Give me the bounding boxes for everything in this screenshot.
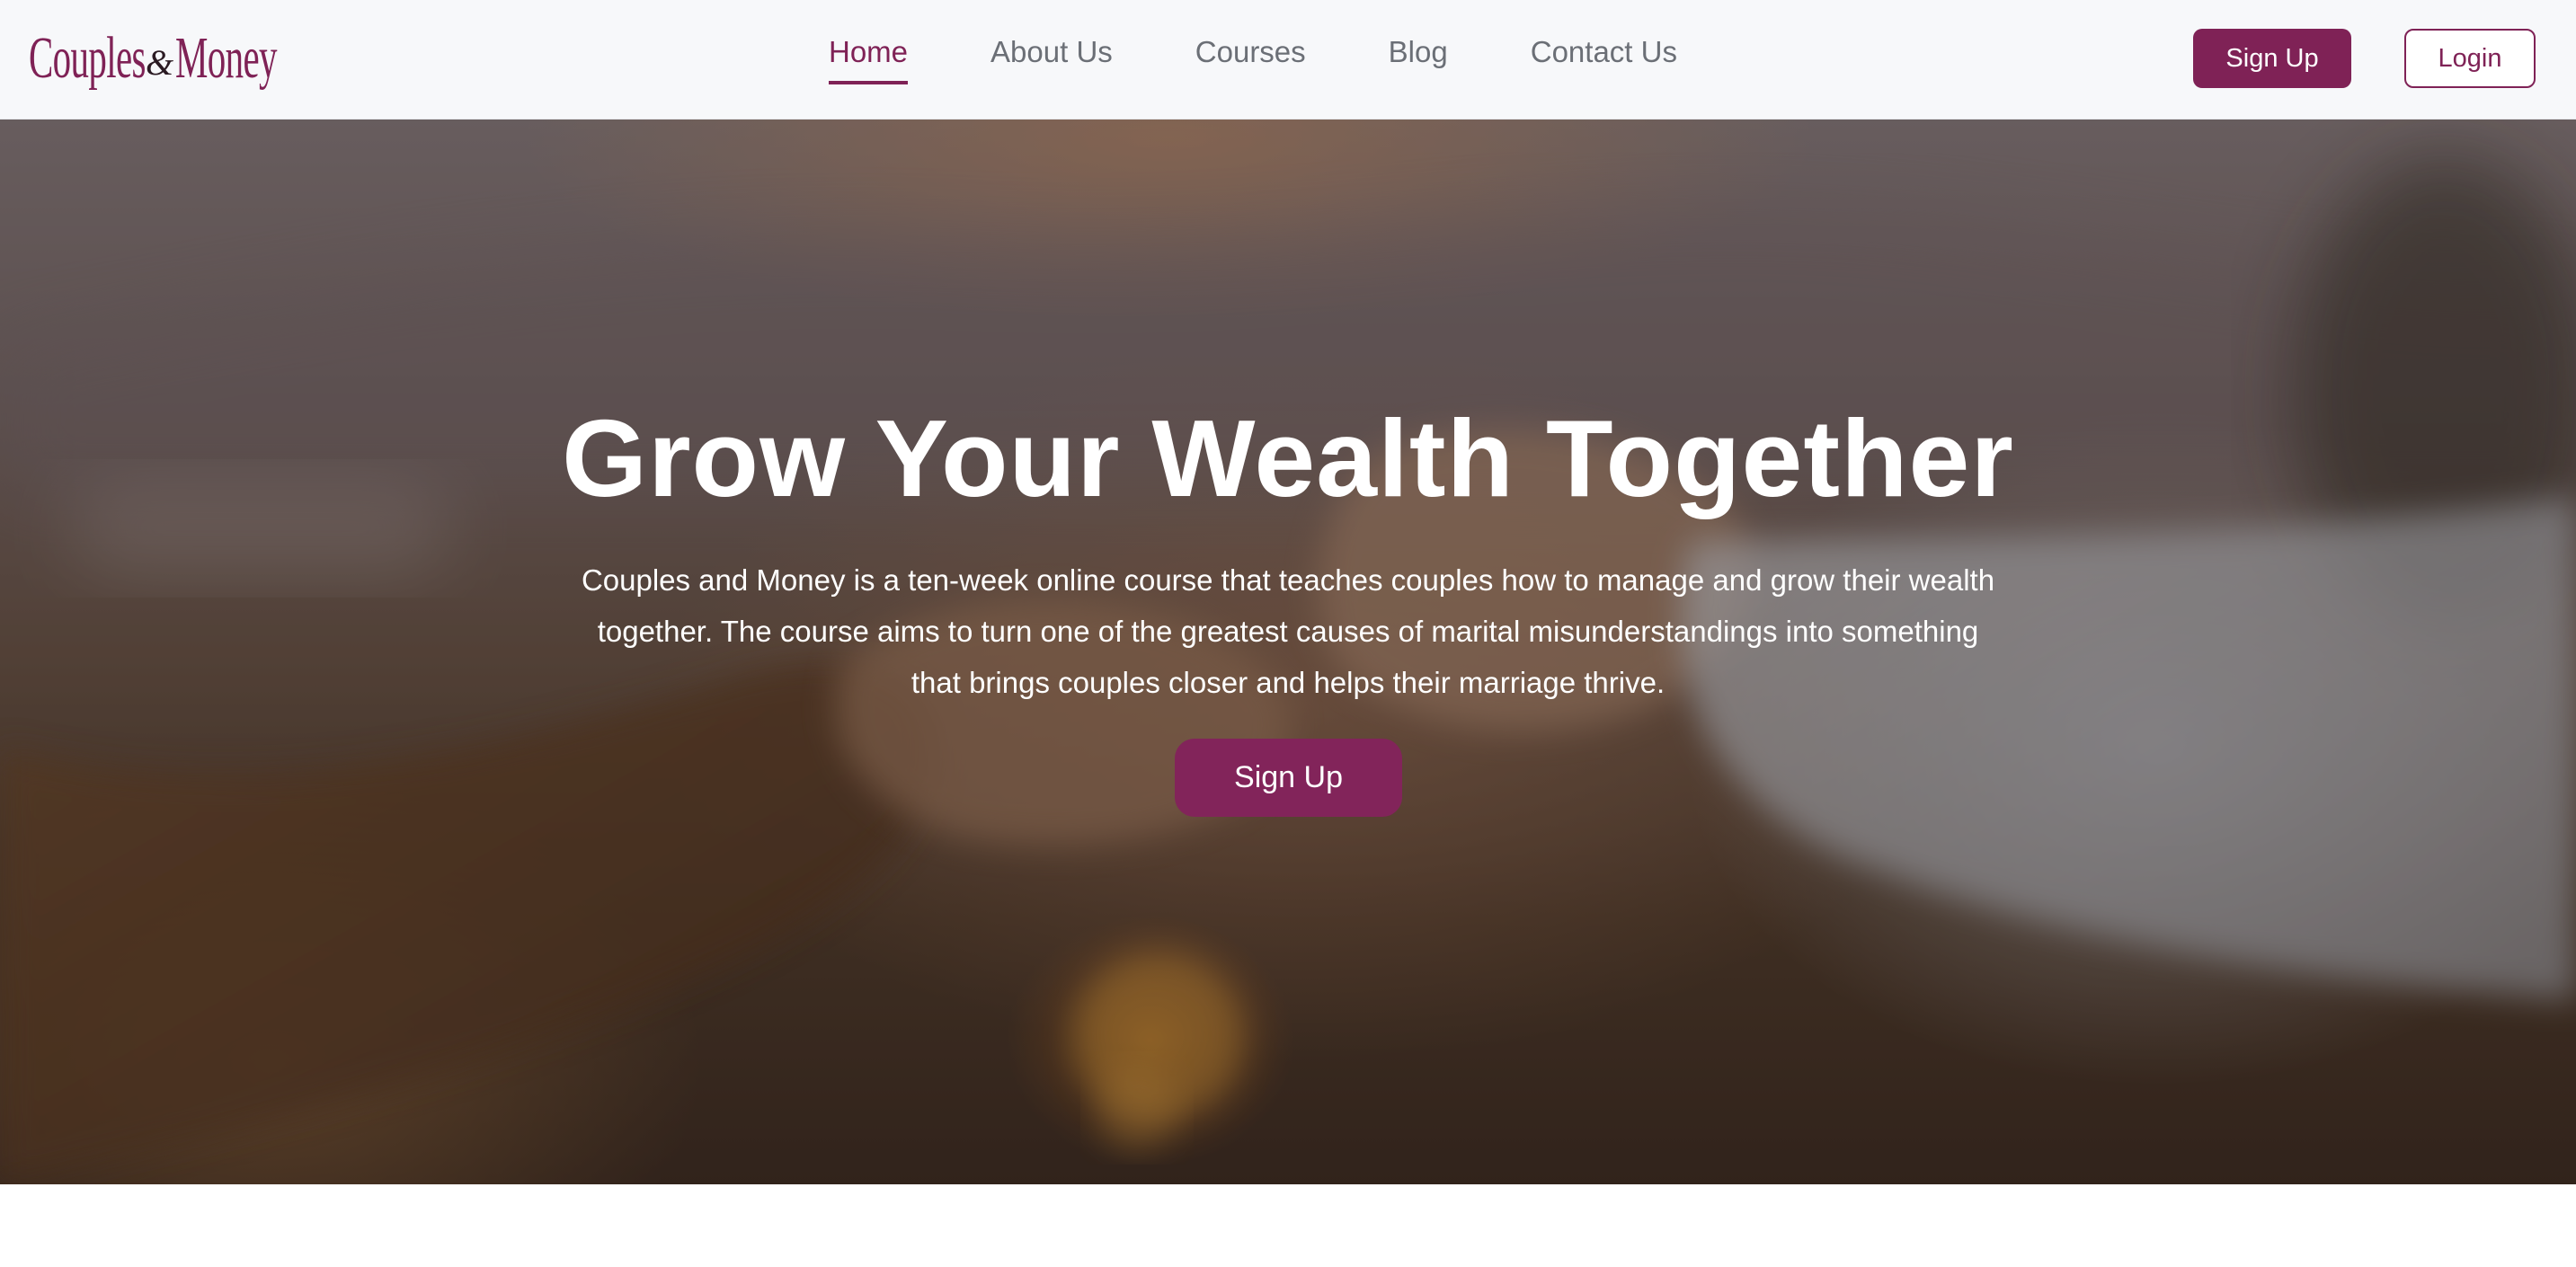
hero-title: Grow Your Wealth Together: [562, 397, 2014, 519]
main-nav: Home About Us Courses Blog Contact Us: [829, 32, 1760, 84]
nav-link-about-us[interactable]: About Us: [990, 32, 1113, 84]
logo-ampersand: &: [146, 42, 174, 83]
hero-signup-button[interactable]: Sign Up: [1175, 739, 1402, 817]
nav-login-button[interactable]: Login: [2404, 29, 2536, 88]
logo-word-money: Money: [175, 25, 277, 91]
top-navbar: Couples & Money Home About Us Courses Bl…: [0, 0, 2576, 120]
nav-link-blog[interactable]: Blog: [1389, 32, 1448, 84]
nav-link-contact-us[interactable]: Contact Us: [1531, 32, 1677, 84]
hero-section: Grow Your Wealth Together Couples and Mo…: [0, 120, 2576, 1184]
nav-link-home[interactable]: Home: [829, 32, 909, 84]
page-content-start: [0, 1184, 2576, 1267]
site-logo[interactable]: Couples & Money: [29, 23, 310, 88]
hero-description: Couples and Money is a ten-week online c…: [581, 563, 1995, 699]
nav-link-courses[interactable]: Courses: [1195, 32, 1306, 84]
logo-word-couples: Couples: [29, 25, 146, 91]
nav-signup-button[interactable]: Sign Up: [2193, 29, 2351, 88]
